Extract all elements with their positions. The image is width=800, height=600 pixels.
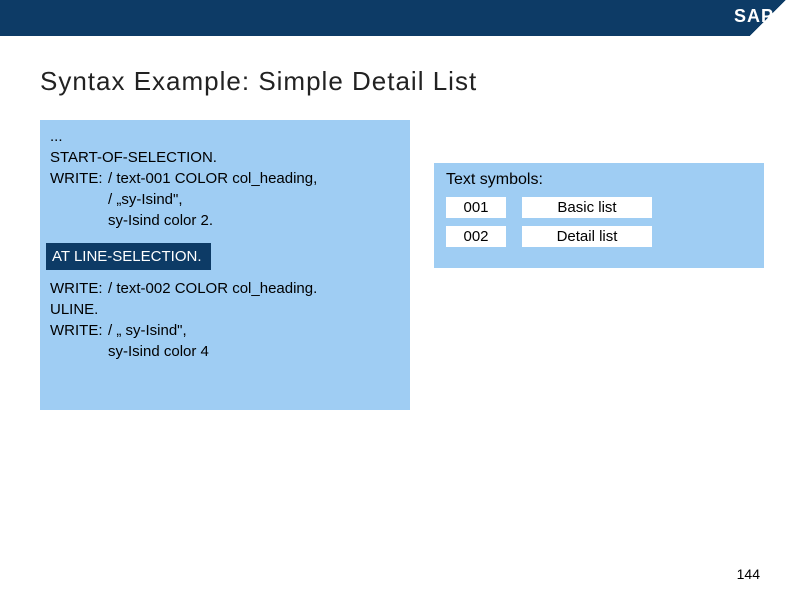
code-keyword: WRITE: bbox=[50, 278, 108, 299]
text-symbols-box: Text symbols: 001 Basic list 002 Detail … bbox=[434, 163, 764, 268]
header-bar: SAP bbox=[0, 0, 800, 36]
page-number: 144 bbox=[737, 566, 760, 582]
code-line: WRITE: / „ sy-Isind", bbox=[50, 320, 400, 341]
sap-logo-text: SAP bbox=[734, 6, 774, 27]
text-symbols-header: Text symbols: bbox=[446, 171, 752, 189]
symbol-text: Detail list bbox=[522, 226, 652, 247]
code-example-box: ... START-OF-SELECTION. WRITE: / text-00… bbox=[40, 120, 410, 410]
code-text: / text-002 COLOR col_heading. bbox=[108, 278, 400, 299]
code-text: / text-001 COLOR col_heading, bbox=[108, 168, 400, 189]
code-line: START-OF-SELECTION. bbox=[50, 147, 400, 168]
code-highlight: AT LINE-SELECTION. bbox=[46, 243, 211, 270]
page-title: Syntax Example: Simple Detail List bbox=[40, 66, 477, 97]
code-text: / „ sy-Isind", bbox=[108, 320, 400, 341]
code-line: WRITE: / text-002 COLOR col_heading. bbox=[50, 278, 400, 299]
symbol-id: 002 bbox=[446, 226, 506, 247]
code-keyword: WRITE: bbox=[50, 168, 108, 189]
code-line: sy-Isind color 4 bbox=[108, 341, 400, 362]
code-line: / „sy-Isind", bbox=[108, 189, 400, 210]
symbol-text: Basic list bbox=[522, 197, 652, 218]
symbol-row: 001 Basic list bbox=[446, 197, 752, 218]
code-line: WRITE: / text-001 COLOR col_heading, bbox=[50, 168, 400, 189]
symbol-id: 001 bbox=[446, 197, 506, 218]
code-line: ULINE. bbox=[50, 299, 400, 320]
code-keyword: WRITE: bbox=[50, 320, 108, 341]
code-line: sy-Isind color 2. bbox=[108, 210, 400, 231]
code-line: ... bbox=[50, 126, 400, 147]
symbol-row: 002 Detail list bbox=[446, 226, 752, 247]
